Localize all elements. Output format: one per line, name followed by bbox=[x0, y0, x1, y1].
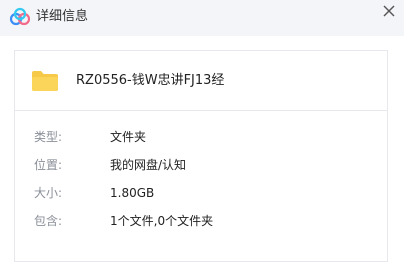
details-panel: RZ0556-钱W忠讲FJ13经 类型: 文件夹 位置: 我的网盘/认知 大小:… bbox=[14, 50, 388, 262]
detail-label: 大小: bbox=[34, 186, 63, 200]
detail-row-type: 类型: 文件夹 bbox=[15, 128, 387, 146]
folder-icon bbox=[32, 71, 58, 91]
baidu-netdisk-cloud-icon bbox=[9, 7, 31, 26]
file-name: RZ0556-钱W忠讲FJ13经 bbox=[76, 73, 225, 88]
file-header: RZ0556-钱W忠讲FJ13经 bbox=[15, 51, 387, 111]
detail-value: 1个文件,0个文件夹 bbox=[110, 214, 214, 228]
close-icon[interactable] bbox=[380, 2, 398, 20]
detail-row-location: 位置: 我的网盘/认知 bbox=[15, 156, 387, 174]
dialog-title: 详细信息 bbox=[36, 9, 89, 24]
detail-row-size: 大小: 1.80GB bbox=[15, 184, 387, 202]
detail-value: 1.80GB bbox=[110, 186, 155, 200]
detail-label: 包含: bbox=[34, 214, 63, 228]
detail-value: 文件夹 bbox=[110, 130, 147, 144]
detail-label: 类型: bbox=[34, 130, 63, 144]
details-dialog: 详细信息 RZ0556-钱W忠讲FJ13经 类型: 文件夹 位置: 我的网盘/认… bbox=[0, 0, 404, 277]
detail-value: 我的网盘/认知 bbox=[110, 158, 187, 172]
detail-label: 位置: bbox=[34, 158, 63, 172]
detail-row-contains: 包含: 1个文件,0个文件夹 bbox=[15, 212, 387, 230]
title-bar: 详细信息 bbox=[0, 0, 404, 36]
